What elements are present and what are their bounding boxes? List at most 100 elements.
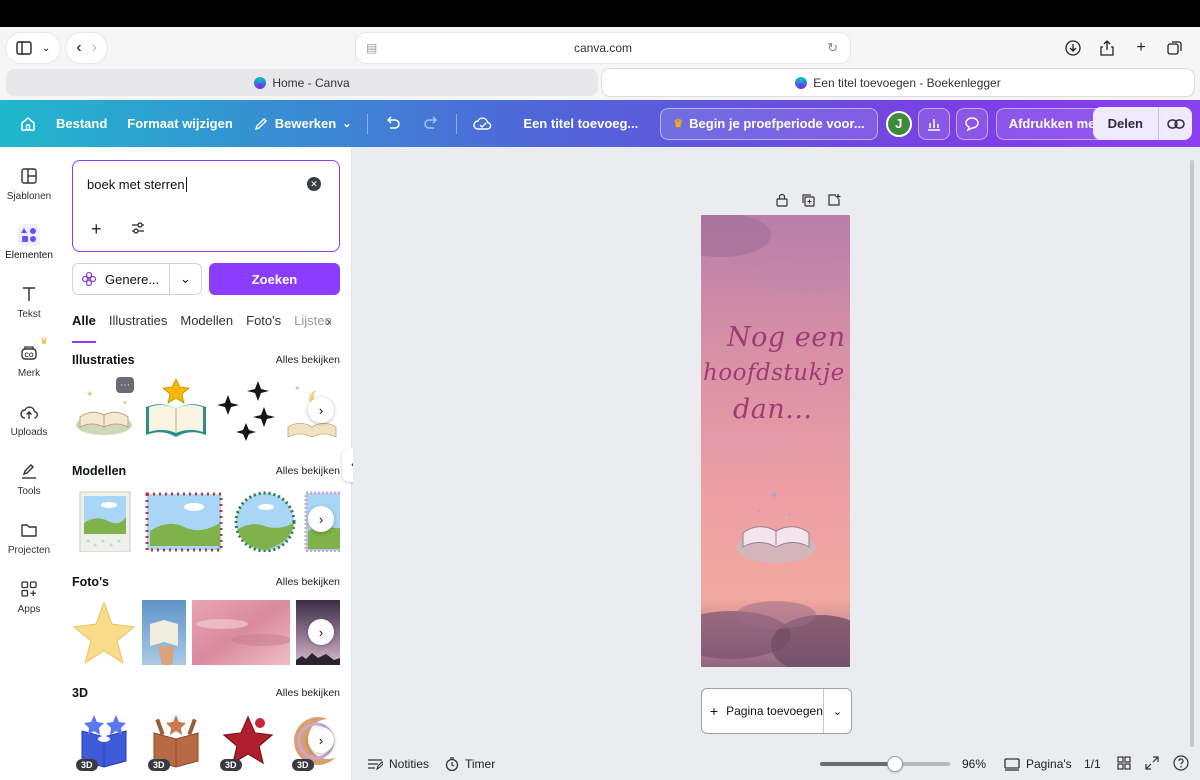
- 3d-red-star[interactable]: 3D: [220, 711, 280, 771]
- rail-item-apps[interactable]: Apps: [0, 578, 58, 615]
- chevron-right-icon[interactable]: ›: [308, 619, 334, 645]
- pages-button[interactable]: Pagina's: [1004, 757, 1072, 771]
- 3d-blue-book[interactable]: 3D: [76, 711, 136, 771]
- history-nav: ‹ ›: [66, 33, 108, 63]
- see-all-link[interactable]: Alles bekijken: [276, 354, 340, 366]
- chevron-right-icon[interactable]: ›: [326, 313, 331, 329]
- new-tab-icon[interactable]: +: [1126, 33, 1156, 63]
- rail-item-tools[interactable]: Tools: [0, 460, 58, 497]
- elements-icon: [18, 224, 40, 246]
- add-page-label: Pagina toevoegen: [726, 703, 823, 718]
- 3d-brown-book[interactable]: 3D: [148, 711, 208, 771]
- tab-all[interactable]: Alle: [72, 313, 96, 343]
- model-polaroid-frame[interactable]: [79, 488, 131, 552]
- cloud-save-status[interactable]: [463, 108, 503, 140]
- chevron-down-icon: ⌄: [342, 118, 352, 130]
- notes-button[interactable]: Notities: [367, 757, 429, 771]
- tab-home-canva[interactable]: Home - Canva: [6, 69, 598, 96]
- chevron-right-icon[interactable]: ›: [308, 506, 334, 532]
- search-button[interactable]: Zoeken: [209, 263, 340, 295]
- duplicate-page-icon[interactable]: [801, 193, 815, 207]
- trial-button[interactable]: ♛ Begin je proefperiode voor...: [660, 107, 878, 140]
- add-page-button[interactable]: + Pagina toevoegen ⌄: [701, 688, 852, 734]
- see-all-link[interactable]: Alles bekijken: [276, 576, 340, 588]
- section-title: 3D: [72, 686, 88, 700]
- comments-button[interactable]: [955, 107, 988, 140]
- file-menu[interactable]: Bestand: [46, 108, 117, 140]
- search-field[interactable]: boek met sterren ✕ +: [72, 160, 340, 252]
- tab-photos[interactable]: Foto's: [246, 313, 281, 337]
- page-settings-icon[interactable]: ▤: [366, 41, 377, 55]
- rail-item-projects[interactable]: Projecten: [0, 519, 58, 556]
- filter-sliders-icon[interactable]: [131, 221, 145, 239]
- 3d-badge: 3D: [76, 759, 98, 771]
- lock-icon[interactable]: [775, 193, 789, 207]
- share-icon[interactable]: [1092, 33, 1122, 63]
- model-red-dotted-frame[interactable]: [144, 488, 224, 552]
- generate-label: Genere...: [105, 271, 160, 287]
- model-round-frame[interactable]: [232, 488, 298, 552]
- illustration-black-stars[interactable]: [214, 377, 280, 445]
- design-title[interactable]: Een titel toevoeg...: [513, 108, 648, 140]
- chevron-down-icon[interactable]: ⌄: [169, 264, 201, 294]
- crown-icon: ♛: [673, 118, 684, 130]
- redo-button[interactable]: [412, 108, 450, 140]
- forward-icon[interactable]: ›: [92, 39, 97, 57]
- section-title: Modellen: [72, 464, 127, 478]
- zoom-slider[interactable]: [820, 756, 950, 772]
- rail-item-brand[interactable]: ♛ CO Merk: [0, 336, 58, 379]
- insights-button[interactable]: [917, 107, 950, 140]
- bookmark-page[interactable]: ✦ ✦ ✦: [701, 215, 850, 667]
- rail-item-templates[interactable]: Sjablonen: [0, 165, 58, 202]
- uploads-icon: [18, 401, 40, 423]
- resize-menu[interactable]: Formaat wijzigen: [117, 108, 242, 140]
- 3d-row: 3D 3D 3D 3D ›: [72, 711, 340, 773]
- back-icon[interactable]: ‹: [76, 39, 81, 57]
- canva-favicon-icon: [795, 76, 808, 89]
- edit-menu[interactable]: Bewerken ⌄: [243, 108, 362, 140]
- generate-select[interactable]: Genere... ⌄: [72, 263, 202, 295]
- cloud-check-icon: [473, 116, 492, 130]
- brand-icon: CO: [18, 342, 40, 364]
- tab-overview-icon[interactable]: [1160, 33, 1190, 63]
- photo-yellow-star[interactable]: [72, 599, 136, 665]
- help-icon[interactable]: [1173, 755, 1189, 771]
- share-button[interactable]: Delen: [1093, 107, 1159, 140]
- add-page-icon[interactable]: [827, 193, 841, 207]
- see-all-link[interactable]: Alles bekijken: [276, 465, 340, 477]
- rail-item-uploads[interactable]: Uploads: [0, 401, 58, 438]
- tab-illustrations[interactable]: Illustraties: [109, 313, 168, 337]
- photo-pink-sky[interactable]: [192, 599, 290, 665]
- clear-search-icon[interactable]: ✕: [307, 177, 321, 191]
- see-all-link[interactable]: Alles bekijken: [276, 687, 340, 699]
- sidebar-toggle-button[interactable]: ⌄: [6, 33, 61, 63]
- zoom-slider-handle[interactable]: [887, 756, 904, 772]
- chevron-down-icon[interactable]: ⌄: [823, 689, 851, 733]
- illustration-open-book-star[interactable]: [142, 377, 210, 445]
- rail-item-text[interactable]: Tekst: [0, 283, 58, 320]
- more-options-icon[interactable]: ⋯: [116, 377, 134, 393]
- fullscreen-icon[interactable]: [1145, 756, 1159, 770]
- search-input[interactable]: boek met sterren: [87, 177, 187, 192]
- photo-book-in-hand[interactable]: [142, 599, 186, 665]
- tab-bookmark-design[interactable]: Een titel toevoegen - Boekenlegger: [602, 69, 1194, 96]
- home-button[interactable]: [10, 108, 46, 140]
- chevron-right-icon[interactable]: ›: [308, 727, 334, 753]
- reload-icon[interactable]: ↻: [827, 40, 838, 56]
- browser-toolbar: ⌄ ‹ › ▤ canva.com ↻ +: [0, 27, 1200, 69]
- pencil-icon: [254, 117, 267, 130]
- undo-button[interactable]: [374, 108, 412, 140]
- download-icon[interactable]: [1058, 33, 1088, 63]
- rail-item-elements[interactable]: Elementen: [0, 224, 58, 261]
- copy-link-button[interactable]: [1159, 107, 1192, 140]
- grid-view-icon[interactable]: [1117, 756, 1131, 770]
- address-bar[interactable]: ▤ canva.com ↻: [356, 33, 850, 63]
- add-media-icon[interactable]: +: [91, 219, 102, 240]
- canvas-scrollbar[interactable]: [1190, 160, 1194, 760]
- timer-button[interactable]: Timer: [445, 757, 495, 771]
- avatar[interactable]: J: [885, 110, 912, 137]
- bookmark-text[interactable]: Nog een hoofdstukje dan...: [703, 318, 849, 430]
- zoom-level[interactable]: 96%: [962, 757, 986, 771]
- chevron-right-icon[interactable]: ›: [308, 397, 334, 423]
- tab-models[interactable]: Modellen: [180, 313, 233, 337]
